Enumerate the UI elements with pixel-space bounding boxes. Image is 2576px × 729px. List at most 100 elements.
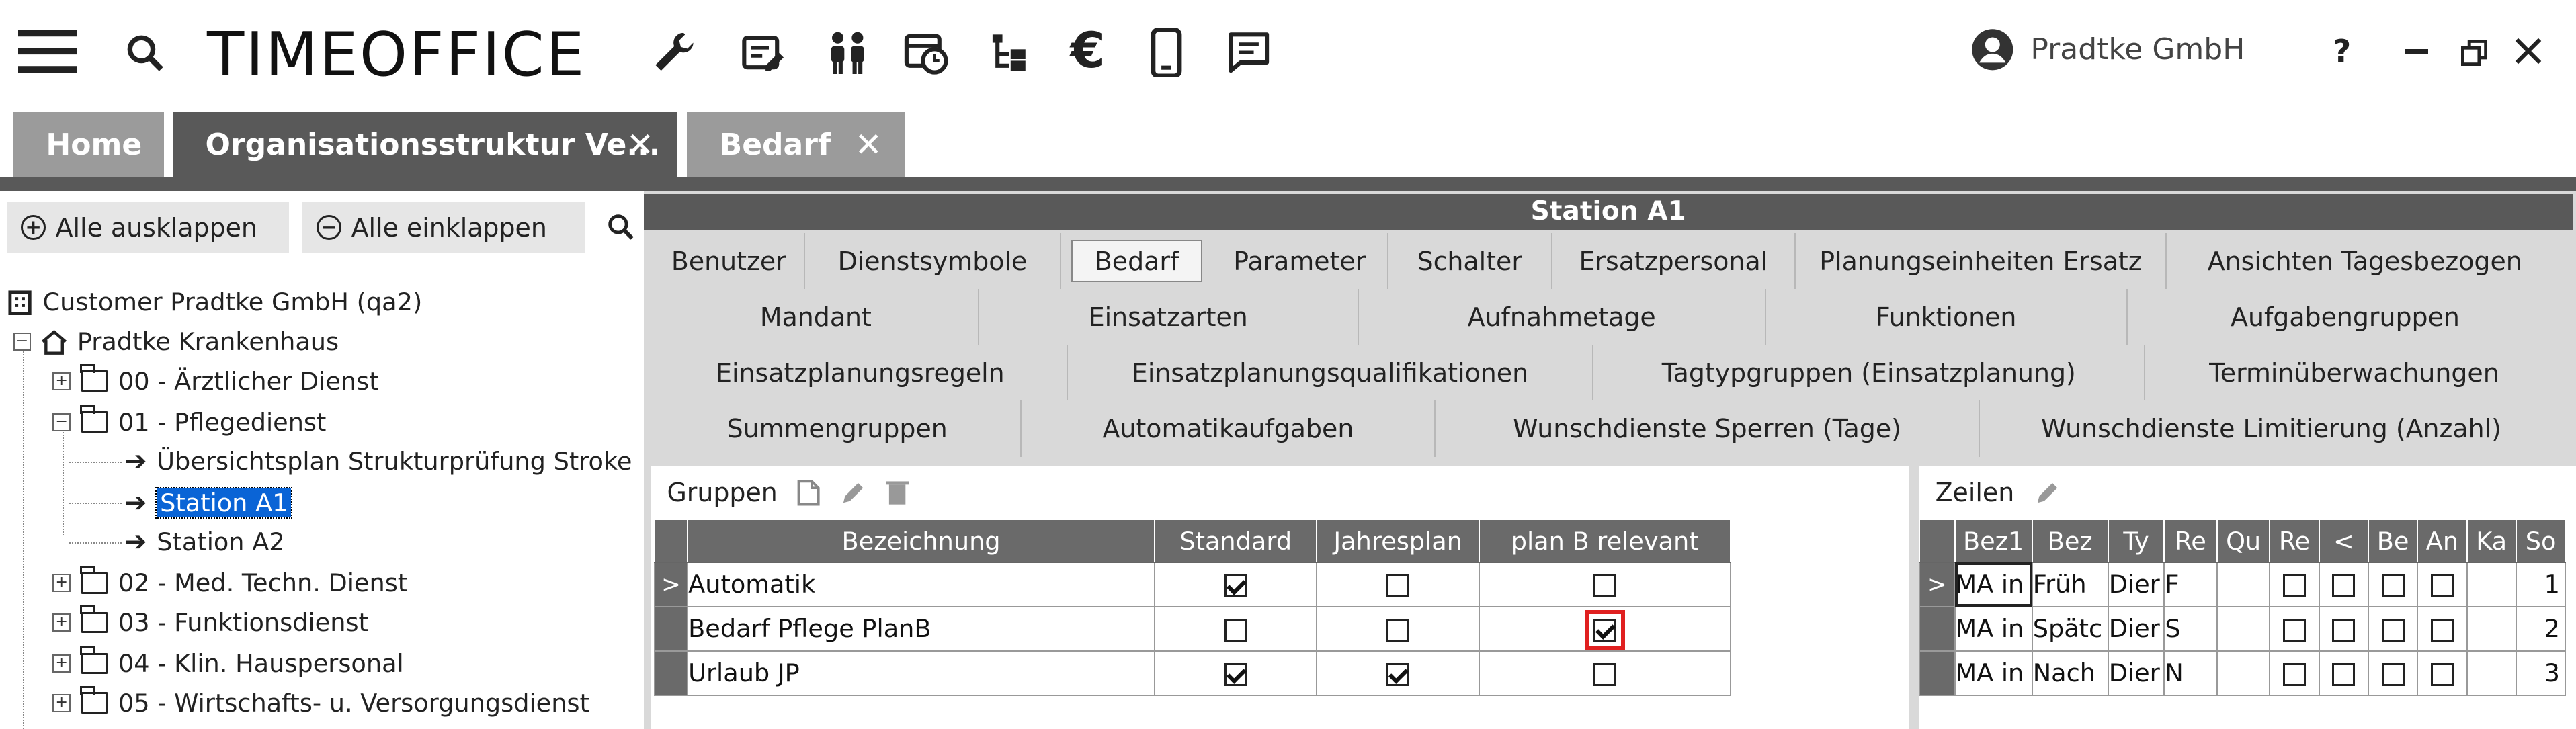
col-jahresplan[interactable]: Jahresplan	[1316, 519, 1480, 563]
col-re[interactable]: Re	[2163, 519, 2218, 563]
tab-summengruppen[interactable]: Summengruppen	[654, 400, 1022, 457]
tab-funktionen[interactable]: Funktionen	[1766, 289, 2128, 345]
cell-re[interactable]: S	[2163, 605, 2218, 652]
tree-node-krankenhaus[interactable]: − Pradtke Krankenhaus	[13, 322, 339, 361]
tab-benutzer[interactable]: Benutzer	[654, 233, 805, 290]
cell-re[interactable]: N	[2163, 650, 2218, 696]
cell-qu[interactable]	[2216, 650, 2271, 696]
delete-trash-icon[interactable]	[886, 480, 909, 506]
checkbox-jahresplan[interactable]	[1386, 618, 1410, 642]
tab-bedarf[interactable]: Bedarf ✕	[686, 112, 905, 177]
tree-node-funktionsdienst[interactable]: + 03 - Funktionsdienst	[52, 603, 368, 642]
help-button[interactable]: ?	[2333, 33, 2351, 69]
tree-node-med-techn[interactable]: + 02 - Med. Techn. Dienst	[52, 563, 407, 603]
col-qu[interactable]: Qu	[2216, 519, 2271, 563]
tab-aufgabengruppen[interactable]: Aufgabengruppen	[2128, 289, 2563, 345]
user-menu[interactable]: Pradtke GmbH	[1971, 28, 2245, 71]
checkbox-an[interactable]	[2430, 618, 2454, 642]
checkbox-re[interactable]	[2282, 662, 2307, 687]
tab-wunschdienste-sperren[interactable]: Wunschdienste Sperren (Tage)	[1436, 400, 1980, 457]
cell-bezeichnung[interactable]: Urlaub JP	[687, 650, 1155, 696]
cell-so[interactable]: 1	[2515, 561, 2567, 607]
col-be[interactable]: Be	[2367, 519, 2419, 563]
checkbox-be[interactable]	[2381, 574, 2405, 598]
cell-bezeichnung[interactable]: Bedarf Pflege PlanB	[687, 605, 1155, 652]
tab-ersatzpersonal[interactable]: Ersatzpersonal	[1552, 233, 1796, 290]
cell-bez[interactable]: Spätc	[2031, 605, 2109, 652]
checkbox-planb[interactable]	[1593, 662, 1617, 687]
tree-node-aerztlicher-dienst[interactable]: + 00 - Ärztlicher Dienst	[52, 361, 379, 401]
checkbox-standard[interactable]	[1224, 618, 1247, 642]
tree-node-wirtschaftsdienst[interactable]: + 05 - Wirtschafts- u. Versorgungsdienst	[52, 683, 589, 723]
tab-terminueberwachungen[interactable]: Terminüberwachungen	[2145, 345, 2563, 400]
wrench-icon[interactable]	[647, 26, 700, 79]
checkbox-re[interactable]	[2282, 618, 2307, 642]
checkbox-planb-highlighted[interactable]	[1584, 609, 1626, 651]
cell-so[interactable]: 2	[2515, 605, 2567, 652]
collapse-toggle-icon[interactable]: −	[13, 333, 32, 351]
checkbox-lt[interactable]	[2332, 618, 2356, 642]
cell-ty[interactable]: Dier	[2107, 561, 2165, 607]
tab-aufnahmetage[interactable]: Aufnahmetage	[1359, 289, 1766, 345]
tab-close-icon[interactable]: ✕	[855, 126, 882, 164]
tab-home[interactable]: Home	[13, 112, 165, 177]
tab-dienstsymbole[interactable]: Dienstsymbole	[805, 233, 1062, 290]
expand-all-button[interactable]: + Alle ausklappen	[6, 202, 290, 253]
cell-bez[interactable]: Nach	[2031, 650, 2109, 696]
table-row[interactable]: Bedarf Pflege PlanB	[653, 605, 1732, 652]
minimize-button[interactable]	[2405, 49, 2428, 54]
checkbox-re[interactable]	[2282, 574, 2307, 598]
col-ty[interactable]: Ty	[2107, 519, 2165, 563]
checkbox-jahresplan[interactable]	[1386, 662, 1410, 687]
tab-bedarf-active[interactable]: Bedarf	[1071, 239, 1203, 283]
new-document-icon[interactable]	[797, 480, 820, 506]
expand-toggle-icon[interactable]: +	[52, 372, 71, 390]
tree-node-pflegedienst[interactable]: − 01 - Pflegedienst	[52, 402, 326, 442]
cell-bez1[interactable]: MA in	[1954, 650, 2033, 696]
table-row[interactable]: Urlaub JP	[653, 650, 1732, 696]
col-lt[interactable]: <	[2318, 519, 2369, 563]
collapse-all-button[interactable]: − Alle einklappen	[302, 202, 585, 253]
expand-toggle-icon[interactable]: +	[52, 613, 71, 632]
tab-organisationsstruktur[interactable]: Organisationsstruktur Ve... ✕	[172, 112, 677, 177]
checkbox-an[interactable]	[2430, 574, 2454, 598]
search-icon[interactable]	[122, 30, 167, 75]
tab-planungseinheiten-ersatz[interactable]: Planungseinheiten Ersatz	[1796, 233, 2167, 290]
tab-ansichten-tagesbezogen[interactable]: Ansichten Tagesbezogen	[2167, 233, 2563, 289]
form-edit-icon[interactable]	[736, 26, 788, 79]
col-so[interactable]: So	[2515, 519, 2567, 563]
cell-ty[interactable]: Dier	[2107, 605, 2165, 652]
euro-icon[interactable]: €	[1061, 22, 1114, 79]
cell-ka[interactable]	[2466, 561, 2517, 607]
tree-node-uebersichtsplan[interactable]: ➔ Übersichtsplan Strukturprüfung Stroke	[125, 442, 632, 482]
checkbox-standard[interactable]	[1224, 662, 1247, 687]
tab-close-icon[interactable]: ✕	[626, 126, 654, 164]
message-icon[interactable]	[1222, 26, 1275, 79]
tree-node-customer[interactable]: Customer Pradtke GmbH (qa2)	[7, 282, 422, 322]
cell-ka[interactable]	[2466, 650, 2517, 696]
table-row[interactable]: > MA in Früh Dier F 1	[1919, 561, 2567, 607]
tree-node-station-a2[interactable]: ➔ Station A2	[125, 522, 285, 562]
tab-automatikaufgaben[interactable]: Automatikaufgaben	[1022, 400, 1436, 457]
cell-re[interactable]: F	[2163, 561, 2218, 607]
col-re2[interactable]: Re	[2269, 519, 2320, 563]
cell-qu[interactable]	[2216, 605, 2271, 652]
checkbox-standard[interactable]	[1224, 574, 1247, 598]
tab-einsatzplanungsregeln[interactable]: Einsatzplanungsregeln	[654, 345, 1068, 401]
cell-ty[interactable]: Dier	[2107, 650, 2165, 696]
calendar-clock-icon[interactable]	[901, 26, 953, 79]
table-row[interactable]: MA in Spätc Dier S 2	[1919, 605, 2567, 652]
col-standard[interactable]: Standard	[1153, 519, 1318, 563]
checkbox-planb[interactable]	[1593, 574, 1617, 598]
cell-ka[interactable]	[2466, 605, 2517, 652]
checkbox-be[interactable]	[2381, 662, 2405, 687]
edit-pencil-icon[interactable]	[840, 480, 866, 506]
mobile-icon[interactable]	[1143, 26, 1189, 79]
cell-bez[interactable]: Früh	[2031, 561, 2109, 607]
col-ka[interactable]: Ka	[2466, 519, 2517, 563]
table-row[interactable]: MA in Nach Dier N 3	[1919, 650, 2567, 696]
tree-node-station-a1[interactable]: ➔ Station A1	[125, 483, 293, 523]
tab-mandant[interactable]: Mandant	[654, 289, 979, 345]
restore-button[interactable]	[2460, 39, 2487, 66]
edit-pencil-icon[interactable]	[2034, 480, 2061, 506]
